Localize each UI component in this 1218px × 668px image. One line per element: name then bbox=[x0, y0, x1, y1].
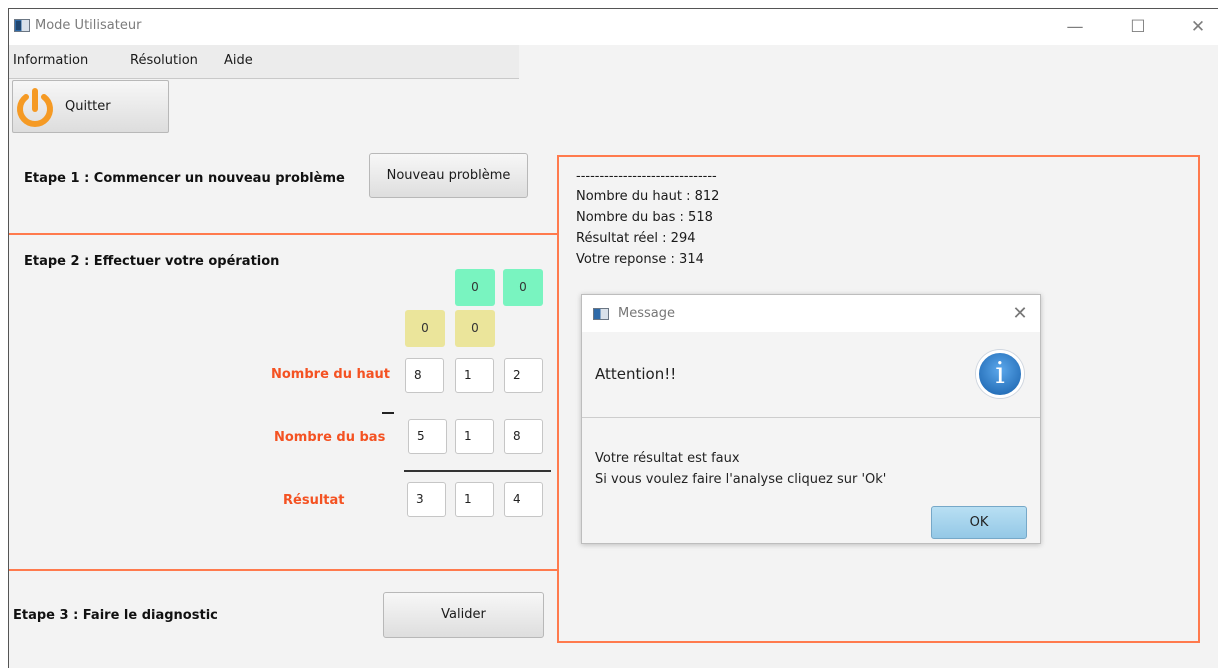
window-title: Mode Utilisateur bbox=[35, 18, 142, 33]
menu-information[interactable]: Information bbox=[13, 53, 88, 68]
step-3-label: Etape 3 : Faire le diagnostic bbox=[13, 608, 218, 623]
info-icon: i bbox=[976, 350, 1024, 398]
bottom-number-label: Nombre du bas bbox=[274, 430, 386, 445]
bottom-digit-3[interactable]: 8 bbox=[504, 419, 543, 454]
validate-button[interactable]: Valider bbox=[383, 592, 544, 638]
dialog-message-line-1: Votre résultat est faux bbox=[595, 451, 740, 466]
bottom-digit-2[interactable]: 1 bbox=[455, 419, 494, 454]
result-line bbox=[404, 470, 551, 472]
app-icon bbox=[14, 19, 30, 32]
window-titlebar: Mode Utilisateur — ☐ ✕ bbox=[9, 9, 1218, 45]
new-problem-button[interactable]: Nouveau problème bbox=[369, 153, 528, 198]
minimize-button[interactable]: — bbox=[1058, 15, 1092, 39]
dialog-titlebar: Message ✕ bbox=[582, 295, 1040, 332]
maximize-button[interactable]: ☐ bbox=[1121, 15, 1155, 39]
dialog-title: Message bbox=[618, 306, 675, 321]
output-line-bottom-number: Nombre du bas : 518 bbox=[576, 210, 713, 225]
output-line-your-answer: Votre reponse : 314 bbox=[576, 252, 704, 267]
dialog-header: Attention!! i bbox=[582, 332, 1040, 418]
bottom-digit-1[interactable]: 5 bbox=[408, 419, 447, 454]
dialog-app-icon bbox=[593, 308, 609, 320]
dialog-close-button[interactable]: ✕ bbox=[1008, 302, 1032, 326]
top-digit-2[interactable]: 1 bbox=[455, 358, 494, 393]
quit-label: Quitter bbox=[65, 99, 111, 114]
step-separator-2 bbox=[9, 569, 558, 571]
carry-yellow-1: 0 bbox=[405, 310, 445, 347]
result-digit-1[interactable]: 3 bbox=[407, 482, 446, 517]
output-line-divider: ------------------------------ bbox=[576, 169, 717, 184]
ok-button[interactable]: OK bbox=[931, 506, 1027, 539]
result-label: Résultat bbox=[283, 493, 345, 508]
attention-text: Attention!! bbox=[595, 365, 677, 383]
menu-aide[interactable]: Aide bbox=[224, 53, 253, 68]
step-separator-1 bbox=[9, 233, 558, 235]
carry-green-2: 0 bbox=[503, 269, 543, 306]
top-digit-1[interactable]: 8 bbox=[405, 358, 444, 393]
message-dialog: Message ✕ Attention!! i Votre résultat e… bbox=[581, 294, 1041, 544]
step-2-label: Etape 2 : Effectuer votre opération bbox=[24, 254, 280, 269]
power-icon bbox=[17, 88, 53, 127]
menu-bar: Information Résolution Aide bbox=[9, 45, 519, 79]
top-number-label: Nombre du haut bbox=[271, 367, 390, 382]
menu-resolution[interactable]: Résolution bbox=[130, 53, 198, 68]
carry-yellow-2: 0 bbox=[455, 310, 495, 347]
step-1-label: Etape 1 : Commencer un nouveau problème bbox=[24, 171, 345, 186]
dialog-message-line-2: Si vous voulez faire l'analyse cliquez s… bbox=[595, 472, 887, 487]
result-digit-3[interactable]: 4 bbox=[504, 482, 543, 517]
close-button[interactable]: ✕ bbox=[1181, 15, 1215, 39]
output-line-top-number: Nombre du haut : 812 bbox=[576, 189, 720, 204]
carry-green-1: 0 bbox=[455, 269, 495, 306]
result-digit-2[interactable]: 1 bbox=[455, 482, 494, 517]
minus-operator bbox=[382, 412, 394, 414]
quit-button[interactable]: Quitter bbox=[12, 80, 169, 133]
top-digit-3[interactable]: 2 bbox=[504, 358, 543, 393]
output-line-real-result: Résultat réel : 294 bbox=[576, 231, 696, 246]
main-window: Mode Utilisateur — ☐ ✕ Information Résol… bbox=[8, 8, 1218, 668]
